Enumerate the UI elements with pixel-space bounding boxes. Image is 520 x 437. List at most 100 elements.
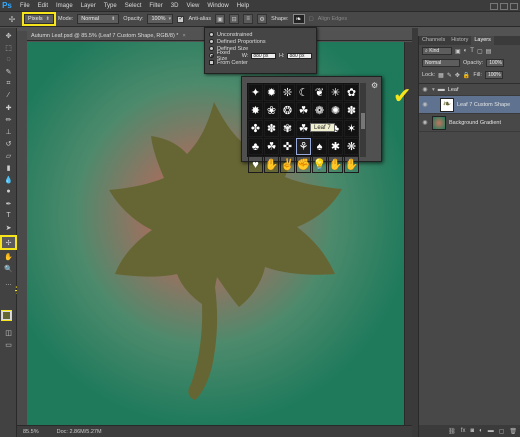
eyedropper-tool-icon[interactable]: ⁄ xyxy=(2,90,15,101)
tab-layers[interactable]: Layers xyxy=(471,36,494,45)
menu-window[interactable]: Window xyxy=(203,0,232,12)
from-center-checkbox[interactable] xyxy=(209,60,214,65)
opacity-input[interactable]: 100% ▾ xyxy=(147,14,174,24)
healing-brush-icon[interactable]: ✚ xyxy=(2,102,15,113)
mode-dropdown[interactable]: Normal ⬍ xyxy=(77,14,120,24)
new-layer-icon[interactable]: ▢ xyxy=(499,428,505,435)
layer-background-gradient[interactable]: ◉ Background Gradient xyxy=(419,114,520,132)
eye-icon[interactable]: ◉ xyxy=(421,119,429,126)
layer-style-icon[interactable]: fx xyxy=(461,428,466,434)
blur-tool-icon[interactable]: 💧 xyxy=(2,174,15,185)
marquee-tool-icon[interactable]: ⬚ xyxy=(2,42,15,53)
maximize-icon[interactable] xyxy=(500,2,508,10)
radio-defined-size[interactable] xyxy=(209,46,214,51)
link-layers-icon[interactable]: ⛓ xyxy=(448,428,456,435)
tab-channels[interactable]: Channels xyxy=(419,36,448,45)
layer-mask-icon[interactable]: ◙ xyxy=(470,428,474,434)
shape-cell[interactable]: ❊ xyxy=(280,84,295,101)
filter-adjustment-icon[interactable]: ◐ xyxy=(464,48,468,55)
path-operations-icon[interactable]: ▣ xyxy=(215,14,226,24)
layer-opacity-input[interactable]: 100% xyxy=(486,59,505,67)
expand-arrow-icon[interactable]: ▾ xyxy=(432,87,435,93)
gradient-tool-icon[interactable]: ▮ xyxy=(2,162,15,173)
filter-type-icon[interactable]: T xyxy=(470,48,474,55)
shape-cell[interactable]: ✜ xyxy=(280,138,295,155)
zoom-tool-icon[interactable]: 🔍 xyxy=(2,263,15,274)
menu-file[interactable]: File xyxy=(16,0,34,12)
filter-smart-icon[interactable]: ▤ xyxy=(486,48,492,55)
menu-layer[interactable]: Layer xyxy=(77,0,100,12)
trash-icon[interactable]: 🗑 xyxy=(509,428,517,435)
shape-cell[interactable]: ✋ xyxy=(344,156,359,173)
close-icon[interactable] xyxy=(510,2,518,10)
tab-history[interactable]: History xyxy=(448,36,471,45)
shape-cell[interactable]: ♥ xyxy=(248,156,263,173)
shape-cell[interactable]: ✹ xyxy=(264,84,279,101)
foreground-color-swatch[interactable] xyxy=(1,310,12,321)
shape-cell[interactable]: ✊ xyxy=(296,156,311,173)
custom-shape-tool-icon[interactable]: ✢ xyxy=(4,13,20,25)
shape-preview-button[interactable]: ❧ xyxy=(292,14,305,24)
quick-select-tool-icon[interactable]: ✎ xyxy=(2,66,15,77)
filter-pixel-icon[interactable]: ▣ xyxy=(455,48,461,55)
fill-input[interactable]: 100% xyxy=(484,71,503,79)
menu-edit[interactable]: Edit xyxy=(34,0,52,12)
path-arrangement-icon[interactable]: ≡ xyxy=(243,14,254,24)
shape-cell[interactable]: ♠ xyxy=(312,138,327,155)
shape-cell[interactable]: ✺ xyxy=(328,102,343,119)
lock-paint-icon[interactable]: ✎ xyxy=(447,72,452,79)
shape-cell[interactable]: ✦ xyxy=(248,84,263,101)
shape-cell[interactable]: ☘ xyxy=(296,120,311,137)
shape-cell[interactable]: ⚘ xyxy=(296,138,311,155)
dodge-tool-icon[interactable]: ● xyxy=(2,186,15,197)
option-unconstrained[interactable]: Unconstrained xyxy=(209,31,312,38)
width-input[interactable]: 880 px xyxy=(251,52,276,59)
menu-filter[interactable]: Filter xyxy=(145,0,166,12)
option-defined-proportions[interactable]: Defined Proportions xyxy=(209,38,312,45)
shape-cell[interactable]: ✋ xyxy=(328,156,343,173)
type-tool-icon[interactable]: T xyxy=(2,210,15,221)
menu-help[interactable]: Help xyxy=(233,0,253,12)
filter-shape-icon[interactable]: ▢ xyxy=(477,48,483,55)
lasso-tool-icon[interactable]: ◌ xyxy=(2,54,15,65)
path-select-tool-icon[interactable]: ➤ xyxy=(2,222,15,233)
close-icon[interactable]: × xyxy=(182,33,185,39)
shape-cell[interactable]: ❂ xyxy=(280,102,295,119)
lock-all-icon[interactable]: 🔒 xyxy=(463,72,470,79)
menu-type[interactable]: Type xyxy=(100,0,121,12)
shape-cell[interactable]: ✿ xyxy=(344,84,359,101)
menu-image[interactable]: Image xyxy=(52,0,77,12)
shape-cell[interactable]: ❁ xyxy=(312,102,327,119)
shape-cell[interactable]: ❋ xyxy=(344,138,359,155)
menu-3d[interactable]: 3D xyxy=(167,0,183,12)
lock-position-icon[interactable]: ✥ xyxy=(455,72,460,79)
anti-alias-checkbox[interactable] xyxy=(177,15,185,23)
radio-defined-proportions[interactable] xyxy=(209,39,214,44)
shape-cell[interactable]: ✽ xyxy=(344,102,359,119)
tool-mode-dropdown[interactable]: Pixels ⬍ xyxy=(22,12,56,26)
color-swatches[interactable] xyxy=(1,310,15,324)
gear-icon[interactable]: ⚙ xyxy=(257,14,268,24)
eye-icon[interactable]: ◉ xyxy=(421,101,429,108)
shape-cell[interactable]: ♣ xyxy=(248,138,263,155)
layer-leaf-7-custom-shape[interactable]: ◉ ❧ Leaf 7 Custom Shape xyxy=(419,96,520,114)
shape-cell[interactable]: 💡 xyxy=(312,156,327,173)
blend-mode-dropdown[interactable]: Normal xyxy=(422,59,460,67)
new-group-icon[interactable]: ▬ xyxy=(488,428,494,434)
custom-shape-tool-button[interactable]: ✢ xyxy=(0,235,17,250)
screen-mode-icon[interactable]: ▭ xyxy=(2,339,15,350)
lock-transparency-icon[interactable]: ▦ xyxy=(438,72,444,79)
shape-cell[interactable]: ✳ xyxy=(328,84,343,101)
clone-stamp-icon[interactable]: ⊥ xyxy=(2,126,15,137)
layer-group-leaf[interactable]: ◉ ▾ ▬ Leaf xyxy=(419,84,520,96)
document-size-info[interactable]: Doc: 2.86M/5.27M xyxy=(57,429,102,435)
shape-cell[interactable]: ❀ xyxy=(264,102,279,119)
minimize-icon[interactable] xyxy=(490,2,498,10)
quick-mask-icon[interactable]: ◫ xyxy=(2,327,15,338)
align-edges-checkbox[interactable]: ▢ xyxy=(309,16,314,22)
filter-kind-dropdown[interactable]: ⌕ Kind xyxy=(422,47,452,55)
height-input[interactable]: 880 px xyxy=(287,52,312,59)
shape-cell[interactable]: ✌ xyxy=(280,156,295,173)
move-tool-icon[interactable]: ✥ xyxy=(2,30,15,41)
shape-cell[interactable]: ❦ xyxy=(312,84,327,101)
